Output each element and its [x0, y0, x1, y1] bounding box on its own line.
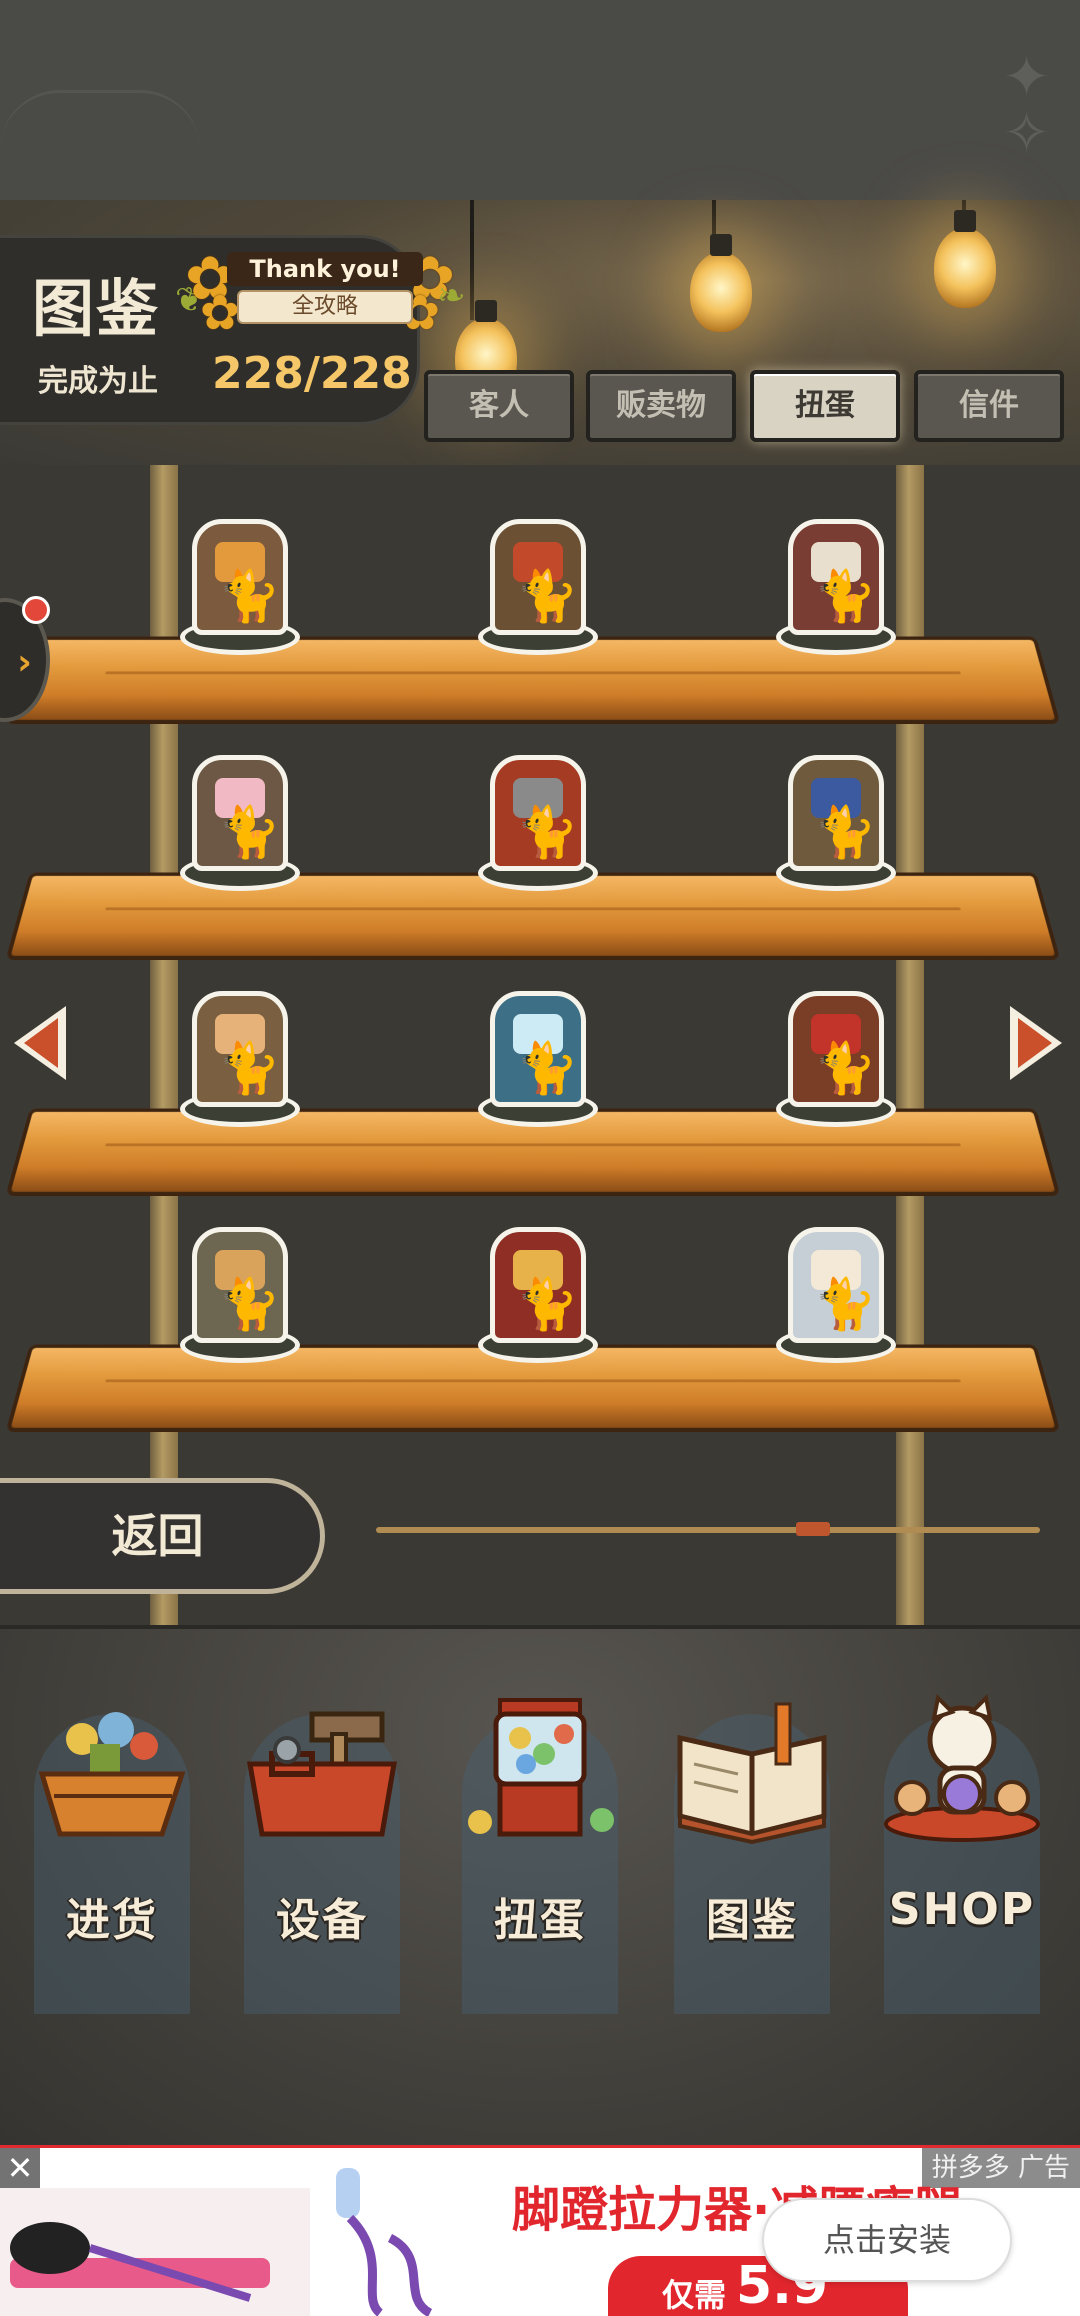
- bottom-navigation: 进货 设备 扭蛋 图鉴 SHOP: [0, 1625, 1080, 2145]
- tab-letters[interactable]: 信件: [914, 370, 1064, 442]
- cat-icon: 🐈: [516, 803, 579, 861]
- light-bulb-icon: [690, 234, 752, 332]
- nav-collection[interactable]: 图鉴: [652, 1674, 852, 2014]
- progress-label: 完成为止: [38, 364, 158, 399]
- notification-dot: [22, 596, 50, 624]
- cat-icon: 🐈: [218, 567, 281, 625]
- cat-icon: 🐈: [814, 1275, 877, 1333]
- cat-on-tv-figure[interactable]: 🐈: [766, 495, 906, 655]
- gacha-machine-icon: [468, 1698, 614, 1837]
- close-icon[interactable]: ✕: [0, 2148, 40, 2188]
- lucky-cat-icon: [884, 1694, 1040, 1842]
- tab-guests[interactable]: 客人: [424, 370, 574, 442]
- cat-at-table-figure[interactable]: 🐈: [170, 967, 310, 1127]
- leaf-icon: ❧: [437, 276, 466, 316]
- cat-icon: 🐈: [516, 1039, 579, 1097]
- cat-icon: 🐈: [814, 567, 877, 625]
- nav-equipment[interactable]: 设备: [222, 1674, 422, 2014]
- cat-icon: 🐈: [218, 1039, 281, 1097]
- cat-in-snow-figure[interactable]: 🐈: [766, 1203, 906, 1363]
- game-screen: ✦ ✧ 图鉴 ❦ ✿ ✿ ✿ ✿ ❧ Thank you! 全攻略 完成为止 22…: [0, 0, 1080, 2316]
- cloud-decoration: [0, 90, 200, 180]
- sparkle-icon: ✦ ✧: [1003, 45, 1050, 166]
- cat-icon: 🐈: [814, 1039, 877, 1097]
- nav-gacha[interactable]: 扭蛋: [440, 1674, 640, 2014]
- progress-count: 228/228: [212, 348, 412, 399]
- nav-equipment-label: 设备: [276, 1895, 368, 1946]
- nav-collection-label: 图鉴: [706, 1895, 798, 1946]
- cat-on-bucket-figure[interactable]: 🐈: [170, 1203, 310, 1363]
- top-status-area: ✦ ✧: [0, 0, 1080, 200]
- cat-on-postbox-figure[interactable]: 🐈: [468, 731, 608, 891]
- previous-page-arrow[interactable]: [8, 1002, 70, 1084]
- fitness-product-image: [0, 2188, 310, 2316]
- ad-price-prefix: 仅需: [662, 2276, 727, 2314]
- completion-badge: ❦ ✿ ✿ ✿ ✿ ❧ Thank you! 全攻略: [175, 246, 466, 341]
- chevron-right-icon: ›: [17, 642, 32, 683]
- cat-icon: 🐈: [218, 803, 281, 861]
- pull-band-icon: [336, 2168, 433, 2316]
- next-page-arrow[interactable]: [1006, 1002, 1068, 1084]
- back-button[interactable]: 返回: [0, 1478, 325, 1594]
- restock-icon: [38, 1712, 186, 1837]
- arrow-left-icon: [14, 1006, 66, 1080]
- badge-walkthrough: 全攻略: [237, 290, 413, 324]
- cat-under-kotatsu-figure[interactable]: 🐈: [468, 1203, 608, 1363]
- badge-thank-you: Thank you!: [227, 252, 423, 286]
- nav-shop[interactable]: SHOP: [862, 1674, 1062, 2014]
- page-scrollbar[interactable]: [376, 1522, 1040, 1536]
- arrow-right-icon: [1010, 1006, 1062, 1080]
- cat-icon: 🐈: [218, 1275, 281, 1333]
- tab-merchandise[interactable]: 贩卖物: [586, 370, 736, 442]
- lamp-wire: [470, 200, 474, 320]
- light-bulb-icon: [934, 210, 996, 308]
- cat-at-door-figure[interactable]: 🐈: [468, 495, 608, 655]
- cat-with-flowers-figure[interactable]: 🐈: [170, 731, 310, 891]
- toolbox-icon: [247, 1711, 397, 1837]
- cat-icon: 🐈: [814, 803, 877, 861]
- nav-restock[interactable]: 进货: [12, 1674, 212, 2014]
- ad-banner[interactable]: ✕ 拼多多 广告 脚蹬拉力器·减腰瘦腿 仅需 5.9 点击安装: [0, 2145, 1080, 2316]
- cat-with-pot-figure[interactable]: 🐈: [170, 495, 310, 655]
- open-book-icon: [677, 1702, 827, 1844]
- nav-shop-label: SHOP: [888, 1884, 1036, 1935]
- cat-in-phonebooth-figure[interactable]: 🐈: [766, 967, 906, 1127]
- cat-on-shelf-figure[interactable]: 🐈: [766, 731, 906, 891]
- cat-with-lamp-figure[interactable]: 🐈: [468, 967, 608, 1127]
- nav-gacha-label: 扭蛋: [494, 1895, 586, 1946]
- cat-icon: 🐈: [516, 567, 579, 625]
- collection-shelves: 🐈 🐈 🐈 🐈 🐈 🐈 🐈 🐈 🐈 🐈 🐈 🐈: [0, 465, 1080, 1625]
- page-title: 图鉴: [32, 272, 161, 345]
- page-scrollbar-thumb[interactable]: [796, 1522, 830, 1536]
- cat-icon: 🐈: [516, 1275, 579, 1333]
- install-button[interactable]: 点击安装: [762, 2198, 1012, 2282]
- nav-restock-label: 进货: [66, 1895, 158, 1946]
- tab-gacha[interactable]: 扭蛋: [750, 370, 900, 442]
